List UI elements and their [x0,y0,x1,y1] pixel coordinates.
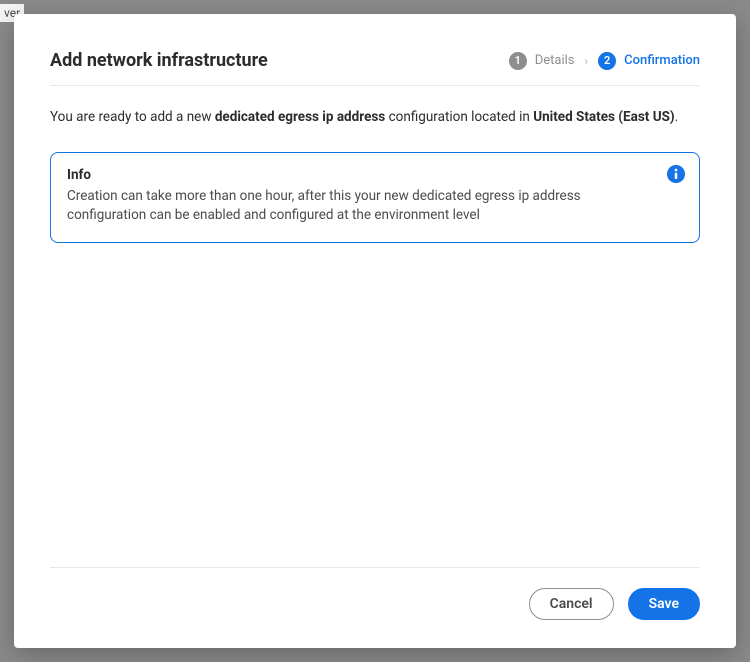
dialog-header: Add network infrastructure 1 Details › 2… [50,50,700,86]
intro-prefix: You are ready to add a new [50,109,215,125]
config-type: dedicated egress ip address [215,109,385,125]
save-button[interactable]: Save [628,588,700,620]
step-label: Details [535,53,575,68]
step-number: 2 [598,52,616,70]
step-confirmation[interactable]: 2 Confirmation [598,52,700,70]
cancel-button[interactable]: Cancel [529,588,614,620]
wizard-steps: 1 Details › 2 Confirmation [509,52,700,70]
dialog-spacer [50,243,700,567]
add-network-dialog: Add network infrastructure 1 Details › 2… [14,14,736,648]
dialog-title: Add network infrastructure [50,50,268,71]
info-title: Info [67,167,655,183]
intro-suffix: . [675,109,679,125]
info-body: Creation can take more than one hour, af… [67,187,655,226]
intro-middle: configuration located in [385,109,533,125]
step-label: Confirmation [624,53,700,68]
dialog-actions: Cancel Save [50,588,700,620]
confirmation-text: You are ready to add a new dedicated egr… [50,108,700,128]
step-details[interactable]: 1 Details [509,52,575,70]
info-callout: Info Creation can take more than one hou… [50,152,700,243]
region-name: United States (East US) [533,109,674,125]
step-number: 1 [509,52,527,70]
chevron-right-icon: › [585,54,589,68]
footer-divider [50,567,700,568]
info-icon [667,165,685,183]
